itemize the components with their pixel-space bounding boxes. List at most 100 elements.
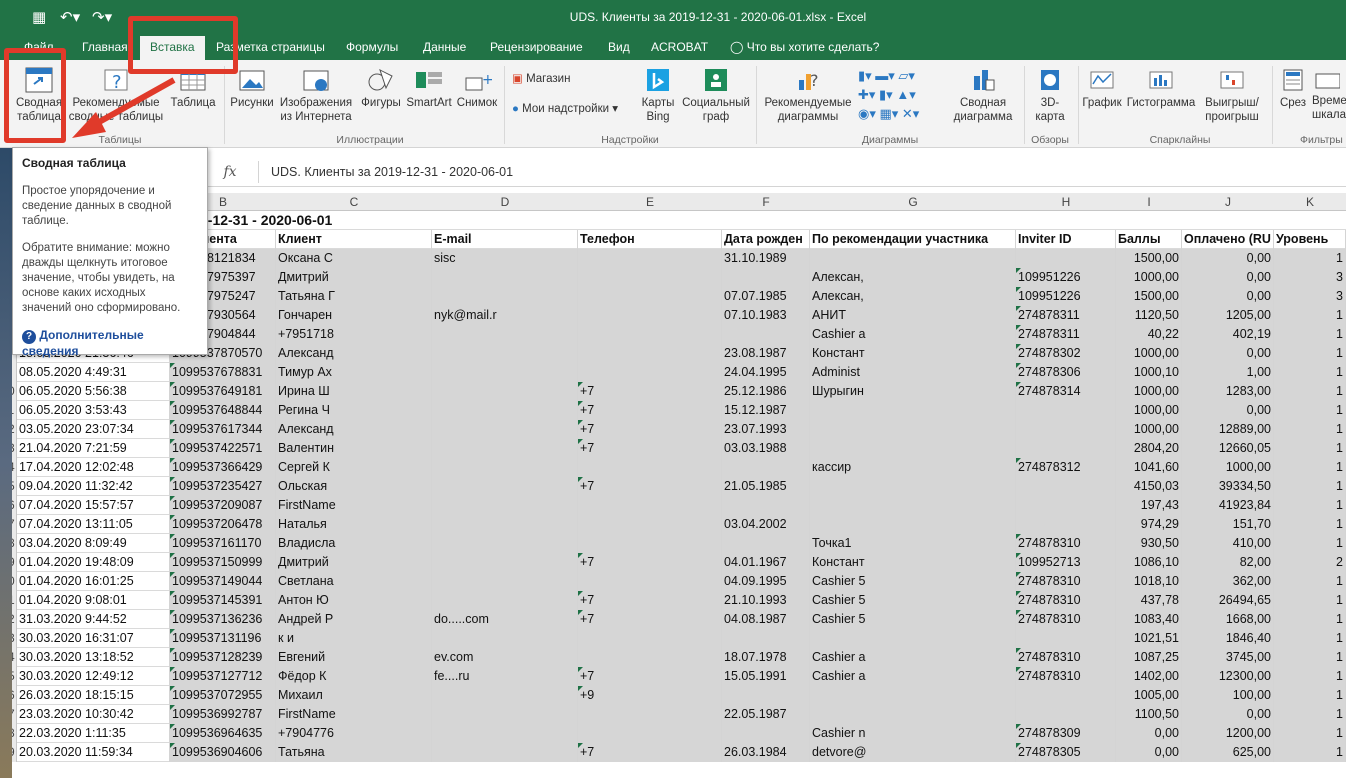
column-chart-icon[interactable]: ▮▾ ▬▾ ▱▾	[858, 66, 938, 85]
cell[interactable]: 151,70	[1182, 515, 1274, 534]
cell[interactable]: 1	[1274, 629, 1346, 648]
cell[interactable]: 0,00	[1182, 268, 1274, 287]
cell[interactable]: 2804,20	[1116, 439, 1182, 458]
cell[interactable]: 9-12-31 - 2020-06-01	[170, 211, 470, 230]
online-pictures-button[interactable]: Изображения из Интернета	[276, 66, 356, 124]
cell[interactable]: 22.05.1987	[722, 705, 810, 724]
shapes-button[interactable]: Фигуры	[356, 66, 406, 110]
cell[interactable]: Клиент	[276, 230, 432, 249]
cell[interactable]: 1	[1274, 477, 1346, 496]
tab-formulas[interactable]: Формулы	[346, 40, 398, 54]
cell[interactable]: Гончарен	[276, 306, 432, 325]
cell[interactable]: Ирина Ш	[276, 382, 432, 401]
cell[interactable]: 25.12.1986	[722, 382, 810, 401]
cell[interactable]: 1	[1274, 496, 1346, 515]
cell[interactable]: 01.04.2020 16:01:25	[17, 572, 170, 591]
cell[interactable]: E-mail	[432, 230, 578, 249]
cell[interactable]	[1016, 477, 1116, 496]
column-header-d[interactable]: D	[432, 195, 578, 209]
cell[interactable]	[432, 363, 578, 382]
cell[interactable]: Cashier 5	[810, 591, 1016, 610]
cell[interactable]: Валентин	[276, 439, 432, 458]
cell[interactable]: 1000,00	[1116, 382, 1182, 401]
map-3d-button[interactable]: 3D-карта	[1028, 66, 1072, 124]
cell[interactable]: Алексан,	[810, 287, 1016, 306]
cell[interactable]: 1	[1274, 420, 1346, 439]
cell[interactable]: +7	[578, 553, 722, 572]
cell[interactable]: nyk@mail.r	[432, 306, 578, 325]
pie-chart-icon[interactable]: ◉▾ ▦▾ ✕▾	[858, 104, 938, 123]
sparkline-column-button[interactable]: Гистограмма	[1124, 66, 1198, 110]
cell[interactable]: Алексан,	[810, 268, 1016, 287]
cell[interactable]: sisc	[432, 249, 578, 268]
tab-view[interactable]: Вид	[608, 40, 630, 54]
cell[interactable]: 274878312	[1016, 458, 1116, 477]
cell[interactable]	[578, 268, 722, 287]
cell[interactable]: 41923,84	[1182, 496, 1274, 515]
cell[interactable]: Татьяна	[276, 743, 432, 762]
cell[interactable]: FirstName	[276, 705, 432, 724]
cell[interactable]: FirstName	[276, 496, 432, 515]
cell[interactable]: 274878310	[1016, 667, 1116, 686]
cell[interactable]: 1500,00	[1116, 287, 1182, 306]
cell[interactable]: Андрей Р	[276, 610, 432, 629]
cell[interactable]: 24.04.1995	[722, 363, 810, 382]
cell[interactable]: 1	[1274, 515, 1346, 534]
cell[interactable]	[432, 591, 578, 610]
cell[interactable]	[810, 401, 1016, 420]
column-header-g[interactable]: G	[810, 195, 1016, 209]
cell[interactable]: 03.04.2002	[722, 515, 810, 534]
cell[interactable]: 04.01.1967	[722, 553, 810, 572]
cell[interactable]	[578, 344, 722, 363]
cell[interactable]	[722, 629, 810, 648]
cell[interactable]: 100,00	[1182, 686, 1274, 705]
cell[interactable]: 26.03.1984	[722, 743, 810, 762]
cell[interactable]: кассир	[810, 458, 1016, 477]
cell[interactable]: 21.05.1985	[722, 477, 810, 496]
cell[interactable]	[578, 249, 722, 268]
cell[interactable]	[810, 496, 1016, 515]
cell[interactable]: 109951226	[1016, 268, 1116, 287]
column-header-h[interactable]: H	[1016, 195, 1116, 209]
tab-data[interactable]: Данные	[423, 40, 466, 54]
column-header-i[interactable]: I	[1116, 195, 1182, 209]
cell[interactable]	[722, 724, 810, 743]
cell[interactable]: 1	[1274, 439, 1346, 458]
cell[interactable]: Cashier 5	[810, 610, 1016, 629]
cell[interactable]: Оплачено (RU	[1182, 230, 1274, 249]
cell[interactable]	[578, 306, 722, 325]
cell[interactable]	[432, 458, 578, 477]
cell[interactable]: Тимур Ах	[276, 363, 432, 382]
cell[interactable]: 4150,03	[1116, 477, 1182, 496]
cell[interactable]: 07.10.1983	[722, 306, 810, 325]
cell[interactable]: 1	[1274, 458, 1346, 477]
cell[interactable]: 1099537128239	[170, 648, 276, 667]
cell[interactable]: 1	[1274, 325, 1346, 344]
cell[interactable]: 1100,50	[1116, 705, 1182, 724]
cell[interactable]: Шурыгин	[810, 382, 1016, 401]
cell[interactable]: 1000,00	[1116, 344, 1182, 363]
cell[interactable]: 1205,00	[1182, 306, 1274, 325]
cell[interactable]: 1	[1274, 363, 1346, 382]
cell[interactable]: 1	[1274, 648, 1346, 667]
cell[interactable]: 3	[1274, 287, 1346, 306]
cell[interactable]: 402,19	[1182, 325, 1274, 344]
my-addins-button[interactable]: ● Мои надстройки ▾	[512, 102, 618, 116]
cell[interactable]: 1	[1274, 401, 1346, 420]
tell-me-search[interactable]: ◯ Что вы хотите сделать?	[730, 40, 879, 54]
cell[interactable]: Сергей К	[276, 458, 432, 477]
cell[interactable]: 1000,10	[1116, 363, 1182, 382]
cell[interactable]: 1099537161170	[170, 534, 276, 553]
cell[interactable]: Александ	[276, 344, 432, 363]
cell[interactable]: 1200,00	[1182, 724, 1274, 743]
cell[interactable]: +7	[578, 420, 722, 439]
cell[interactable]: 1099536992787	[170, 705, 276, 724]
cell[interactable]: 31.03.2020 9:44:52	[17, 610, 170, 629]
line-chart-icon[interactable]: ✚▾ ▮▾ ▲▾	[858, 85, 938, 104]
cell[interactable]: Cashier n	[810, 724, 1016, 743]
cell[interactable]: 1120,50	[1116, 306, 1182, 325]
cell[interactable]	[578, 287, 722, 306]
cell[interactable]: 3	[1274, 268, 1346, 287]
cell[interactable]: 07.07.1985	[722, 287, 810, 306]
cell[interactable]: Баллы	[1116, 230, 1182, 249]
